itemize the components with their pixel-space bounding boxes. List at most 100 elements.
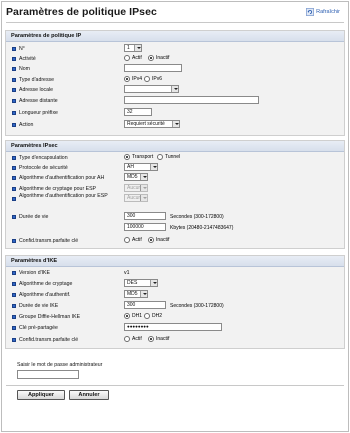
ike-crypt-value: DES bbox=[127, 280, 138, 286]
remote-address-label: Adresse distante bbox=[19, 97, 58, 104]
ah-auth-value: MD5 bbox=[127, 174, 138, 180]
local-address-select[interactable] bbox=[124, 85, 179, 93]
address-type-ipv4-radio[interactable]: IPv4 bbox=[124, 76, 142, 82]
ike-lifetime-input[interactable]: 300 bbox=[124, 301, 166, 309]
ipsec-header: Paramètres IPsec bbox=[6, 141, 344, 152]
ipsec-pfs-inactive-radio[interactable]: Inactif bbox=[148, 237, 169, 243]
row-protocol: Protocole de sécurité AH bbox=[12, 163, 342, 173]
row-lifetime: Durée de vie 300 Secondes (300-172800) 1… bbox=[12, 212, 342, 232]
local-address-label: Adresse locale bbox=[19, 86, 54, 93]
activity-label: Activité bbox=[19, 55, 36, 62]
radio-icon bbox=[124, 237, 130, 243]
bullet-icon bbox=[12, 166, 16, 170]
ike-auth-label: Algorithme d'authentif. bbox=[19, 291, 71, 298]
refresh-icon bbox=[306, 8, 315, 16]
admin-password-input[interactable] bbox=[17, 370, 79, 379]
address-type-ipv6-radio[interactable]: IPv6 bbox=[144, 76, 162, 82]
ike-pfs-inactive-radio[interactable]: Inactif bbox=[148, 336, 169, 342]
bullet-icon bbox=[12, 78, 16, 82]
radio-icon bbox=[144, 76, 150, 82]
bullet-icon bbox=[12, 282, 16, 286]
radio-selected-icon bbox=[124, 154, 130, 160]
ip-policy-header: Paramètres de politique IP bbox=[6, 31, 344, 42]
bullet-icon bbox=[12, 88, 16, 92]
prefix-length-label: Longueur préfixe bbox=[19, 109, 58, 116]
ike-crypt-select[interactable]: DES bbox=[124, 279, 158, 287]
protocol-label: Protocole de sécurité bbox=[19, 164, 68, 171]
prefix-length-input[interactable]: 32 bbox=[124, 108, 152, 116]
psk-input[interactable]: ●●●●●●●● bbox=[124, 323, 222, 331]
ip-policy-section: Paramètres de politique IP N° 1 Activité… bbox=[5, 30, 345, 136]
bullet-icon bbox=[12, 315, 16, 319]
esp-crypt-select[interactable]: Aucun bbox=[124, 184, 148, 192]
row-address-type: Type d'adresse IPv4 IPv6 bbox=[12, 75, 342, 85]
row-action: Action Requiert sécurité bbox=[12, 120, 342, 130]
activity-inactive-radio[interactable]: Inactif bbox=[148, 55, 169, 61]
esp-auth-select[interactable]: Aucun bbox=[124, 194, 148, 202]
encap-transport-radio[interactable]: Transport bbox=[124, 154, 153, 160]
action-value: Requiert sécurité bbox=[127, 121, 165, 127]
lifetime-kbytes-input[interactable]: 100000 bbox=[124, 223, 166, 231]
dh1-radio[interactable]: DH1 bbox=[124, 313, 142, 319]
action-label: Action bbox=[19, 121, 34, 128]
ike-version-value: v1 bbox=[124, 269, 130, 276]
chevron-down-icon bbox=[172, 121, 179, 127]
protocol-value: AH bbox=[127, 164, 134, 170]
chevron-down-icon bbox=[150, 164, 157, 170]
encapsulation-label: Type d'encapsulation bbox=[19, 154, 68, 161]
remote-address-input[interactable] bbox=[124, 96, 259, 104]
ike-version-label: Version d'IKE bbox=[19, 269, 50, 276]
name-input[interactable] bbox=[124, 64, 182, 72]
bullet-icon bbox=[12, 99, 16, 103]
ike-auth-value: MD5 bbox=[127, 291, 138, 297]
refresh-link[interactable]: Rafraîchir bbox=[306, 8, 340, 16]
bullet-icon bbox=[12, 187, 16, 191]
row-ike-version: Version d'IKE v1 bbox=[12, 268, 342, 278]
ah-auth-select[interactable]: MD5 bbox=[124, 173, 148, 181]
ike-auth-select[interactable]: MD5 bbox=[124, 290, 148, 298]
row-dh-group: Groupe Diffie-Hellman IKE DH1 DH2 bbox=[12, 312, 342, 322]
row-name: Nom bbox=[12, 64, 342, 74]
ike-pfs-active-radio[interactable]: Actif bbox=[124, 336, 142, 342]
cancel-button[interactable]: Annuler bbox=[69, 390, 109, 400]
activity-active-label: Actif bbox=[132, 55, 142, 61]
name-label: Nom bbox=[19, 65, 30, 72]
chevron-down-icon bbox=[171, 86, 178, 92]
ike-pfs-label: Confid.transm.parfaite clé bbox=[19, 336, 79, 343]
encap-tunnel-radio[interactable]: Tunnel bbox=[157, 154, 180, 160]
ipsec-pfs-active-radio[interactable]: Actif bbox=[124, 237, 142, 243]
protocol-select[interactable]: AH bbox=[124, 163, 158, 171]
action-select[interactable]: Requiert sécurité bbox=[124, 120, 180, 128]
page-title: Paramètres de politique IPsec bbox=[6, 6, 157, 18]
activity-inactive-label: Inactif bbox=[156, 55, 170, 61]
chevron-down-icon bbox=[140, 291, 147, 297]
bullet-icon bbox=[12, 271, 16, 275]
bullet-icon bbox=[12, 197, 16, 201]
admin-password-label: Saisir le mot de passe administrateur bbox=[17, 362, 103, 368]
lifetime-seconds-input[interactable]: 300 bbox=[124, 212, 166, 220]
ike-pfs-inactive-label: Inactif bbox=[156, 336, 170, 342]
ike-lifetime-label: Durée de vie IKE bbox=[19, 302, 59, 309]
ike-header: Paramètres d'IKE bbox=[6, 256, 344, 267]
dh2-radio[interactable]: DH2 bbox=[144, 313, 162, 319]
number-value: 1 bbox=[127, 45, 130, 51]
number-select[interactable]: 1 bbox=[124, 44, 142, 52]
title-divider bbox=[6, 22, 344, 23]
esp-auth-label: Algorithme d'authentification pour ESP bbox=[19, 193, 108, 199]
radio-selected-icon bbox=[148, 336, 154, 342]
number-label: N° bbox=[19, 45, 25, 52]
bullet-icon bbox=[12, 67, 16, 71]
chevron-down-icon bbox=[140, 174, 147, 180]
ike-pfs-active-label: Actif bbox=[132, 336, 142, 342]
activity-active-radio[interactable]: Actif bbox=[124, 55, 142, 61]
ipv6-label: IPv6 bbox=[152, 76, 163, 82]
ike-section: Paramètres d'IKE Version d'IKE v1 Algori… bbox=[5, 255, 345, 349]
row-ah-auth: Algorithme d'authentification pour AH MD… bbox=[12, 173, 342, 183]
transport-label: Transport bbox=[132, 154, 154, 160]
apply-button[interactable]: Appliquer bbox=[17, 390, 65, 400]
bullet-icon bbox=[12, 215, 16, 219]
bullet-icon bbox=[12, 47, 16, 51]
lifetime-seconds-suffix: Secondes (300-172800) bbox=[170, 213, 224, 220]
radio-icon bbox=[157, 154, 163, 160]
ah-auth-label: Algorithme d'authentification pour AH bbox=[19, 174, 105, 181]
